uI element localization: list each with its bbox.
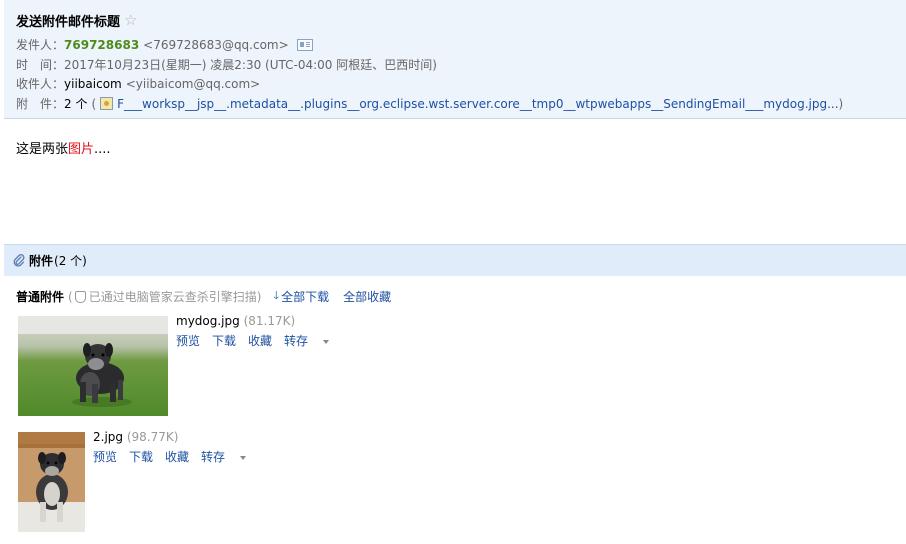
favorite-button[interactable]: 收藏: [248, 332, 272, 349]
scan-text: 已通过电脑管家云查杀引擎扫描: [88, 290, 257, 304]
attachment-item: 2.jpg (98.77K) 预览 下载 收藏 转存: [93, 430, 247, 465]
attachment-actions: 预览 下载 收藏 转存: [93, 448, 247, 465]
attachment-label: 附 件：: [16, 97, 65, 111]
attachments-count: (2 个): [54, 254, 87, 268]
save-to-dropdown[interactable]: 转存: [284, 332, 330, 349]
body-text-red: 图片: [68, 142, 95, 157]
attachment-row: 附 件： 2 个 ( F___worksp__jsp__.metadata__.…: [16, 95, 843, 112]
preview-button[interactable]: 预览: [93, 448, 117, 465]
email-header: 发送附件邮件标题 ☆ 发件人： 769728683 <769728683@qq.…: [4, 0, 906, 119]
body-text-before: 这是两张: [16, 142, 69, 157]
scan-status: ( 已通过电脑管家云查杀引擎扫描 ): [68, 288, 261, 305]
image-thumbnail-icon: [100, 97, 114, 110]
attachment-kind-label: 普通附件: [16, 290, 65, 304]
attachment-item: mydog.jpg (81.17K) 预览 下载 收藏 转存: [176, 314, 330, 349]
sender-address: <769728683@qq.com>: [143, 37, 289, 52]
preview-button[interactable]: 预览: [176, 332, 200, 349]
sender-name[interactable]: 769728683: [64, 38, 139, 52]
attachment-name[interactable]: mydog.jpg: [176, 314, 240, 328]
download-arrow-icon: 🡓: [273, 289, 280, 302]
dog-on-wood-image: [18, 432, 85, 532]
time-row: 时 间： 2017年10月23日(星期一) 凌晨2:30 (UTC-04:00 …: [16, 56, 437, 73]
recipient-address: <yiibaicom@qq.com>: [125, 76, 261, 91]
contact-card-icon[interactable]: [296, 38, 313, 51]
email-subject: 发送附件邮件标题: [16, 14, 121, 30]
attachment-count: 2 个: [64, 97, 88, 111]
download-button[interactable]: 下载: [129, 448, 153, 465]
sender-label: 发件人：: [16, 38, 65, 52]
save-to-dropdown[interactable]: 转存: [201, 448, 247, 465]
recipient-label: 收件人：: [16, 77, 65, 91]
attachment-thumbnail-mydog[interactable]: [18, 316, 168, 416]
save-to-label: 转存: [201, 450, 226, 464]
attachment-paren-close: ): [838, 96, 844, 111]
shield-icon: [74, 290, 86, 303]
attachment-size: (98.77K): [126, 430, 179, 444]
caret-down-icon: [240, 455, 247, 460]
dog-on-grass-image: [18, 316, 168, 416]
download-button[interactable]: 下载: [212, 332, 236, 349]
download-all-button[interactable]: 全部下载: [281, 288, 329, 305]
time-value: 2017年10月23日(星期一) 凌晨2:30 (UTC-04:00 阿根廷、巴…: [64, 58, 437, 72]
attachments-subheader: 普通附件 ( 已通过电脑管家云查杀引擎扫描 ) 🡓 全部下载 全部收藏: [16, 287, 391, 306]
recipient-name[interactable]: yiibaicom: [64, 77, 122, 91]
recipient-row: 收件人： yiibaicom <yiibaicom@qq.com>: [16, 75, 260, 92]
save-all-button[interactable]: 全部收藏: [343, 288, 391, 305]
save-to-label: 转存: [284, 334, 309, 348]
body-text-after: ....: [94, 142, 111, 157]
attachment-name[interactable]: 2.jpg: [93, 430, 123, 444]
attachments-bar: 附件 (2 个): [4, 244, 906, 276]
attachment-thumbnail-2[interactable]: [18, 432, 85, 532]
scan-paren-open: (: [68, 289, 73, 304]
attachments-title: 附件: [29, 254, 54, 268]
caret-down-icon: [323, 339, 330, 344]
sender-row: 发件人： 769728683 <769728683@qq.com>: [16, 36, 313, 53]
attachment-size: (81.17K): [243, 314, 296, 328]
star-icon[interactable]: ☆: [124, 12, 137, 28]
time-label: 时 间：: [16, 58, 65, 72]
scan-paren-close: ): [256, 289, 262, 304]
paperclip-icon: [13, 253, 25, 266]
subject-row: 发送附件邮件标题 ☆: [16, 10, 137, 30]
attachment-paren-open: (: [91, 96, 97, 111]
attachment-link[interactable]: F___worksp__jsp__.metadata__.plugins__or…: [117, 97, 838, 111]
email-body: 这是两张图片....: [16, 138, 111, 157]
favorite-button[interactable]: 收藏: [165, 448, 189, 465]
attachment-actions: 预览 下载 收藏 转存: [176, 332, 330, 349]
